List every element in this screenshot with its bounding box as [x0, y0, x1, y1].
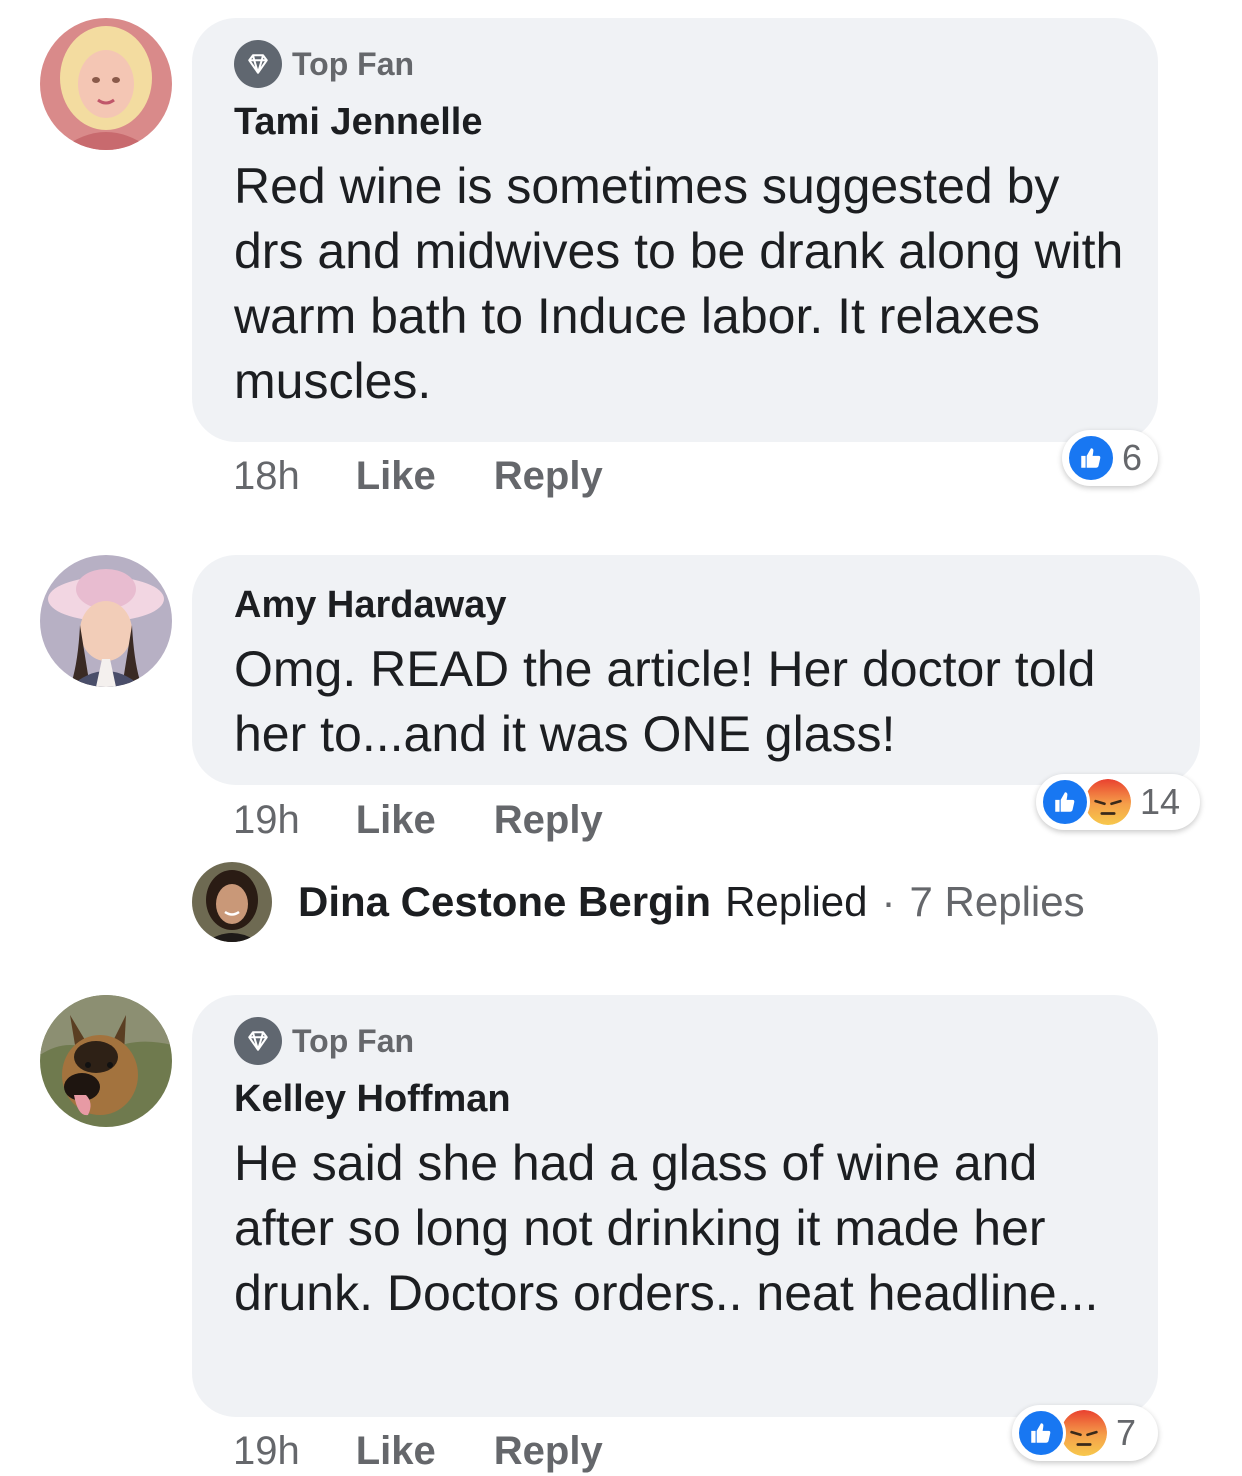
reaction-count: 6	[1122, 437, 1143, 478]
avatar[interactable]	[40, 18, 172, 150]
comment-actions: 19h Like Reply	[233, 795, 661, 845]
like-icon	[1066, 433, 1116, 483]
comment-actions: 18h Like Reply	[233, 451, 661, 501]
reply-button[interactable]: Reply	[494, 1429, 603, 1474]
comment-text: Omg. READ the article! Her doctor told h…	[234, 641, 1096, 762]
separator: ·	[881, 878, 896, 925]
like-button[interactable]: Like	[356, 798, 436, 843]
comment-author[interactable]: Kelley Hoffman	[234, 1075, 1128, 1123]
replies-count[interactable]: 7 Replies	[910, 878, 1085, 926]
avatar[interactable]	[40, 995, 172, 1127]
reaction-count: 14	[1140, 781, 1181, 822]
top-fan-badge: Top Fan	[234, 40, 1128, 88]
like-icon	[1040, 777, 1090, 827]
timestamp[interactable]: 18h	[233, 454, 300, 499]
badge-label: Top Fan	[292, 1022, 415, 1059]
replier-avatar	[192, 862, 272, 942]
reply-button[interactable]: Reply	[494, 454, 603, 499]
comment-author[interactable]: Amy Hardaway	[234, 581, 1170, 629]
reaction-count: 7	[1116, 1412, 1137, 1453]
comment-text: He said she had a glass of wine and afte…	[234, 1135, 1099, 1321]
comment-author[interactable]: Tami Jennelle	[234, 98, 1128, 146]
comment-actions: 19h Like Reply	[233, 1426, 661, 1476]
reactions-summary[interactable]: 14	[1036, 774, 1200, 830]
avatar[interactable]	[40, 555, 172, 687]
badge-label: Top Fan	[292, 45, 415, 82]
timestamp[interactable]: 19h	[233, 1429, 300, 1474]
timestamp[interactable]: 19h	[233, 798, 300, 843]
like-button[interactable]: Like	[356, 1429, 436, 1474]
like-button[interactable]: Like	[356, 454, 436, 499]
reactions-summary[interactable]: 6	[1062, 430, 1158, 486]
comment-bubble: Amy Hardaway Omg. READ the article! Her …	[192, 555, 1200, 785]
replied-label: Replied	[725, 878, 868, 925]
replies-link[interactable]: Dina Cestone Bergin Replied · 7 Replies	[192, 862, 1085, 942]
replier-name[interactable]: Dina Cestone Bergin	[298, 878, 711, 926]
top-fan-badge: Top Fan	[234, 1017, 1128, 1065]
comment-bubble: Top Fan Tami Jennelle Red wine is someti…	[192, 18, 1158, 442]
comment-bubble: Top Fan Kelley Hoffman He said she had a…	[192, 995, 1158, 1417]
comment-text: Red wine is sometimes suggested by drs a…	[234, 158, 1124, 409]
reactions-summary[interactable]: 7	[1012, 1405, 1158, 1461]
reply-button[interactable]: Reply	[494, 798, 603, 843]
diamond-icon	[234, 40, 282, 88]
diamond-icon	[234, 1017, 282, 1065]
